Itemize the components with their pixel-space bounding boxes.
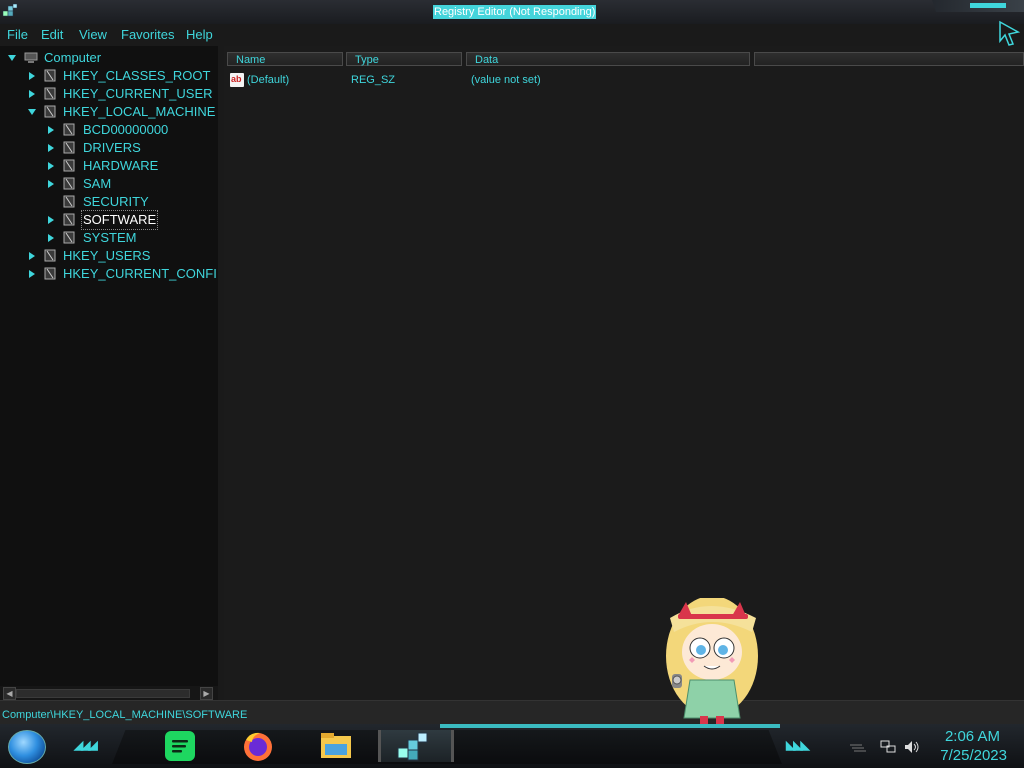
- string-value-icon: ab: [230, 73, 244, 87]
- tree-label-computer: Computer: [44, 50, 102, 65]
- file-explorer-icon[interactable]: [318, 728, 354, 764]
- folder-icon: [44, 87, 56, 100]
- value-data: (value not set): [471, 74, 541, 86]
- folder-open-icon: [44, 105, 56, 118]
- window-title: Registry Editor (Not Responding): [433, 5, 597, 19]
- computer-icon: [24, 52, 38, 63]
- scroll-left-button[interactable]: ◀: [3, 687, 16, 700]
- volume-icon[interactable]: [904, 740, 920, 754]
- network-icon[interactable]: [880, 740, 896, 754]
- cursor-arrow-icon: [999, 20, 1020, 46]
- expand-icon[interactable]: [47, 126, 55, 134]
- show-desktop-icon[interactable]: [848, 742, 866, 754]
- collapse-icon[interactable]: [28, 108, 36, 116]
- tree-label-hkey-local-machine: HKEY_LOCAL_MACHINE: [63, 104, 216, 119]
- column-header-name[interactable]: Name: [227, 52, 343, 66]
- menu-view[interactable]: View: [79, 27, 107, 42]
- menu-file[interactable]: File: [7, 27, 28, 42]
- column-header-empty[interactable]: [754, 52, 1024, 66]
- cartoon-character-image: [666, 598, 758, 724]
- menu-help[interactable]: Help: [186, 27, 213, 42]
- tree-label-bcd00000000: BCD00000000: [83, 122, 169, 137]
- expand-icon[interactable]: [47, 216, 55, 224]
- tree-label-hkey-classes-root: HKEY_CLASSES_ROOT: [63, 68, 211, 83]
- tree-label-hkey-users: HKEY_USERS: [63, 248, 151, 263]
- spotify-icon[interactable]: [162, 728, 198, 764]
- firefox-icon[interactable]: [240, 728, 276, 764]
- folder-icon: [44, 249, 56, 262]
- clock-date[interactable]: 7/25/2023: [940, 747, 1007, 764]
- collapse-icon[interactable]: [8, 54, 16, 62]
- values-list-pane[interactable]: Name Type Data ab (Default) REG_SZ (valu…: [224, 46, 1024, 700]
- tree-label-drivers: DRIVERS: [83, 140, 141, 155]
- status-bar: Computer\HKEY_LOCAL_MACHINE\SOFTWARE: [0, 700, 1024, 725]
- folder-icon: [44, 69, 56, 82]
- folder-icon: [63, 231, 75, 244]
- folder-icon: [63, 159, 75, 172]
- menu-favorites[interactable]: Favorites: [121, 27, 174, 42]
- window-controls-accent[interactable]: [970, 3, 1006, 8]
- registry-editor-icon[interactable]: [2, 3, 18, 19]
- tree-label-security: SECURITY: [83, 194, 149, 209]
- clock-time[interactable]: 2:06 AM: [945, 728, 1000, 745]
- folder-icon: [63, 123, 75, 136]
- expand-icon[interactable]: [28, 252, 36, 260]
- status-path: Computer\HKEY_LOCAL_MACHINE\SOFTWARE: [2, 709, 248, 721]
- expand-icon[interactable]: [28, 90, 36, 98]
- column-header-data[interactable]: Data: [466, 52, 750, 66]
- scrollbar-thumb[interactable]: [16, 689, 190, 698]
- folder-icon: [63, 213, 75, 226]
- tree-label-hardware: HARDWARE: [83, 158, 159, 173]
- expand-icon[interactable]: [47, 234, 55, 242]
- title-bar[interactable]: Registry Editor (Not Responding): [0, 0, 1024, 24]
- scroll-right-button[interactable]: ▶: [200, 687, 213, 700]
- expand-icon[interactable]: [28, 270, 36, 278]
- registry-editor-icon[interactable]: [395, 728, 431, 764]
- tree-label-hkey-current-user: HKEY_CURRENT_USER: [63, 86, 213, 101]
- expand-icon[interactable]: [28, 72, 36, 80]
- value-type: REG_SZ: [351, 74, 396, 86]
- taskbar-accent: [440, 724, 780, 728]
- expand-icon[interactable]: [47, 162, 55, 170]
- chevron-decoration-icon: ◢◢◢: [74, 738, 98, 752]
- tree-horizontal-scrollbar[interactable]: ◀ ▶: [0, 686, 218, 700]
- expand-icon[interactable]: [47, 144, 55, 152]
- column-header-type[interactable]: Type: [346, 52, 462, 66]
- tree-label-system: SYSTEM: [83, 230, 137, 245]
- folder-icon: [63, 141, 75, 154]
- tree-label-software: SOFTWARE: [81, 210, 159, 230]
- menu-bar: File Edit View Favorites Help: [0, 24, 1024, 46]
- key-tree-pane[interactable]: Computer HKEY_CLASSES_ROOT HKEY_CURRENT_…: [0, 46, 218, 686]
- chevron-decoration-icon: ◣◣◣: [786, 738, 810, 752]
- folder-icon: [44, 267, 56, 280]
- folder-icon: [63, 177, 75, 190]
- tree-label-sam: SAM: [83, 176, 112, 191]
- taskbar: ◢◢◢ ◣◣◣ 2:06 AM 7/25/2023: [0, 724, 1024, 768]
- expand-icon[interactable]: [47, 180, 55, 188]
- folder-icon: [63, 195, 75, 208]
- value-name: (Default): [247, 74, 290, 86]
- tree-label-hkey-current-config: HKEY_CURRENT_CONFI: [63, 266, 217, 281]
- start-button[interactable]: [8, 730, 46, 764]
- menu-edit[interactable]: Edit: [41, 27, 63, 42]
